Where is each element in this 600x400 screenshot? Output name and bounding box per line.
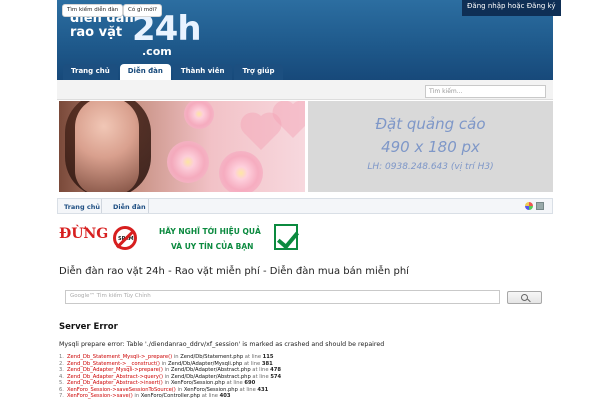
trace-file: XenForo/Session.php	[183, 386, 238, 393]
banner-flower-icon	[184, 101, 214, 129]
banner-flower-icon	[219, 151, 263, 192]
promo-line-2: VÀ UY TÍN CỦA BẠN	[171, 242, 254, 251]
tab-home[interactable]: Trang chủ	[63, 64, 118, 80]
breadcrumb-icons	[525, 202, 544, 210]
banner-heart-icon	[276, 104, 305, 138]
error-stack-trace: 1. Zend_Db_Statement_Mysqli->_prepare() i…	[59, 354, 539, 400]
breadcrumb-home[interactable]: Trang chủ	[64, 203, 100, 211]
search-button[interactable]	[507, 291, 542, 304]
logo-24h: 24h	[132, 9, 202, 49]
tab-help[interactable]: Trợ giúp	[234, 64, 283, 80]
logo-line-2: rao vặt	[70, 25, 123, 40]
breadcrumb: Trang chủ Diễn đàn	[57, 198, 553, 214]
trace-file: XenForo/Session.php	[170, 380, 225, 386]
trace-function: Zend_Db_Statement_Mysqli->_prepare()	[67, 354, 173, 360]
trace-file: Zend/Db/Adapter/Abstract.php	[170, 367, 251, 373]
search-forums-link[interactable]: Tìm kiếm diễn đàn	[62, 4, 124, 17]
trace-file: Zend/Db/Adapter/Mysqli.php	[167, 360, 243, 367]
search-input[interactable]: Tìm kiếm...	[425, 85, 546, 98]
color-wheel-icon[interactable]	[525, 202, 533, 210]
login-register-link[interactable]: Đăng nhập hoặc Đăng ký	[462, 0, 561, 16]
tab-forums[interactable]: Diễn đàn	[119, 64, 171, 80]
breadcrumb-forums[interactable]: Diễn đàn	[113, 203, 146, 211]
trace-function: XenForo_Session->saveSessionToSource()	[67, 386, 176, 393]
breadcrumb-separator	[148, 199, 158, 213]
trace-function: XenForo_Session->save()	[67, 393, 133, 399]
checkmark-icon	[274, 224, 298, 250]
trace-line: 381	[261, 360, 273, 367]
google-search-input[interactable]: Google™ Tìm kiếm Tùy Chỉnh	[65, 290, 500, 304]
trace-function: Zend_Db_Adapter_Abstract->query()	[67, 373, 163, 380]
trace-item: 7. XenForo_Session->save() in XenForo/Con…	[59, 393, 231, 399]
trace-line: 115	[262, 354, 274, 360]
trace-file: Zend/Db/Statement.php	[180, 354, 244, 360]
main-nav-tabs: Trang chủ Diễn đàn Thành viên Trợ giúp	[63, 64, 283, 80]
trace-file: Zend/Db/Adapter/Abstract.php	[171, 373, 251, 380]
promo-line-1: HÃY NGHĨ TỚI HIỆU QUẢ	[159, 227, 261, 236]
trace-function: Zend_Db_Adapter_Mysqli->prepare()	[67, 367, 163, 373]
tab-members[interactable]: Thành viên	[172, 64, 233, 80]
page-title: Diễn đàn rao vặt 24h - Rao vặt miễn phí …	[59, 266, 409, 277]
ad-size: 490 x 180 px	[381, 138, 480, 156]
error-heading: Server Error	[59, 322, 118, 332]
error-message: Mysqli prepare error: Table './diendanra…	[59, 341, 385, 348]
breadcrumb-separator	[101, 199, 111, 213]
ad-contact: LH: 0938.248.643 (vị trí H3)	[367, 162, 494, 172]
rss-icon[interactable]	[536, 202, 544, 210]
anti-spam-banner: ĐỪNG SPAM HÃY NGHĨ TỚI HIỆU QUẢ VÀ UY TÍ…	[59, 220, 302, 262]
spam-label: SPAM	[118, 236, 134, 242]
no-spam-icon: SPAM	[113, 226, 137, 250]
trace-number: 7.	[59, 393, 64, 399]
trace-line: 574	[270, 373, 282, 380]
trace-function: Zend_Db_Adapter_Abstract->insert()	[67, 380, 163, 386]
trace-line: 403	[219, 393, 231, 399]
ad-placeholder[interactable]: Đặt quảng cáo 490 x 180 px LH: 0938.248.…	[308, 101, 553, 192]
trace-line: 478	[270, 367, 282, 373]
ad-title: Đặt quảng cáo	[375, 115, 486, 133]
trace-function: Zend_Db_Statement->__construct()	[67, 360, 160, 367]
logo-com: .com	[142, 45, 172, 58]
whats-new-link[interactable]: Có gì mới?	[123, 4, 162, 17]
banner-flower-icon	[167, 141, 209, 183]
trace-file: XenForo/Controller.php	[140, 393, 201, 399]
banner-heart-icon	[244, 116, 278, 150]
trace-line: 690	[244, 380, 256, 386]
trace-line: 431	[257, 386, 269, 393]
promo-text-dung: ĐỪNG	[59, 226, 109, 242]
banner-image[interactable]	[59, 101, 305, 192]
banner-face-shape	[75, 101, 139, 192]
